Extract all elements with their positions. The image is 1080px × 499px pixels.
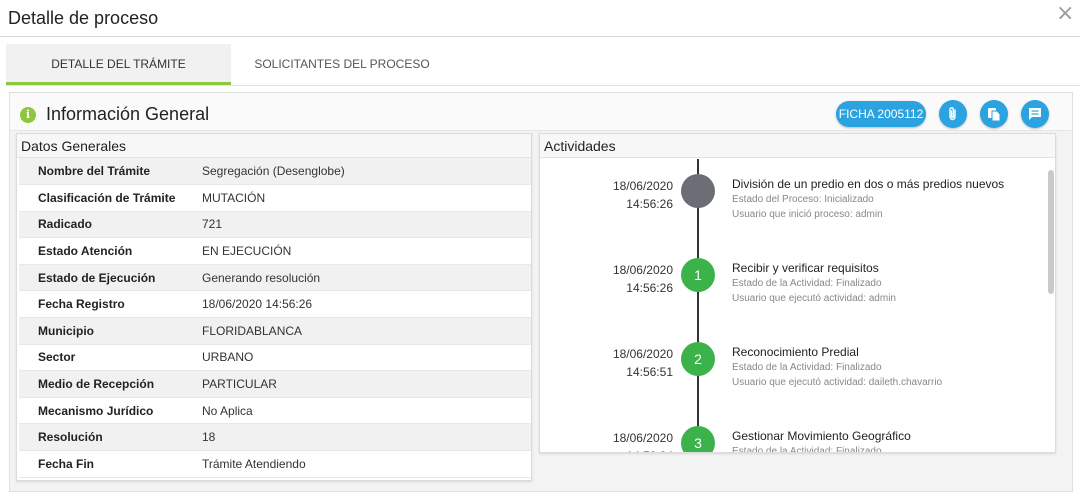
activity-status: Estado de la Actividad: Finalizado <box>732 278 882 289</box>
activity-date: 18/06/2020 <box>612 179 673 193</box>
field-value: MUTACIÓN <box>181 184 531 212</box>
copy-button[interactable] <box>980 100 1008 128</box>
modal-header: Detalle de proceso × <box>0 0 1080 37</box>
table-row: Radicado 721 <box>19 211 531 239</box>
activity-datetime: 18/06/2020 14:56:26 <box>613 177 673 213</box>
activity-datetime: 18/06/2020 14:58:34 <box>612 429 673 452</box>
table-row: Estado Atención EN EJECUCIÓN <box>19 237 531 265</box>
tab-detalle-del-tramite[interactable]: DETALLE DEL TRÁMITE <box>6 44 231 85</box>
field-label: Municipio <box>19 317 181 345</box>
ficha-button[interactable]: FICHA 2005112 <box>836 101 926 127</box>
field-label: Resolución <box>19 423 181 452</box>
activity-title: Reconocimiento Predial <box>732 345 859 359</box>
panel-header: i Información General FICHA 2005112 <box>10 93 1072 131</box>
close-icon[interactable]: × <box>1056 3 1074 25</box>
field-value: Generando resolución <box>181 264 531 292</box>
activity-status: Estado de la Actividad: Finalizado <box>732 362 882 373</box>
table-row: Fecha Registro 18/06/2020 14:56:26 <box>19 290 531 319</box>
informacion-general-panel: i Información General FICHA 2005112 Dato… <box>9 92 1073 492</box>
activity-item: 18/06/2020 14:56:51 2 Reconocimiento Predia… <box>540 328 1045 412</box>
table-row: Mecanismo Jurídico No Aplica <box>19 397 531 425</box>
table-row: Estado de Ejecución Generando resolución <box>19 264 531 292</box>
activity-title: Gestionar Movimiento Geográfico <box>732 429 911 443</box>
activity-timeline[interactable]: 18/06/2020 14:56:26 División de un predio … <box>540 159 1045 453</box>
attachment-button[interactable] <box>939 100 967 128</box>
field-value: 721 <box>181 211 531 239</box>
activity-user: Usuario que inició proceso: admin <box>732 209 883 220</box>
field-value: EN EJECUCIÓN <box>181 237 531 265</box>
field-label: Nombre del Trámite <box>19 158 181 186</box>
activity-marker: 2 <box>681 342 715 376</box>
field-value: 18/06/2020 14:56:26 <box>181 290 531 319</box>
field-value: PARTICULAR <box>181 370 531 398</box>
activity-datetime: 18/06/2020 14:56:51 <box>613 345 673 381</box>
activity-user: Usuario que ejecutó actividad: admin <box>732 293 896 304</box>
actividades-title: Actividades <box>540 134 1055 158</box>
datos-generales-title: Datos Generales <box>17 134 531 158</box>
field-value: FLORIDABLANCA <box>181 317 531 345</box>
table-row: Fecha Fin Trámite Atendiendo <box>19 450 531 478</box>
activity-time: 14:56:26 <box>626 281 673 295</box>
activity-marker <box>681 174 715 208</box>
field-value: Segregación (Desenglobe) <box>181 158 531 186</box>
activity-time: 14:58:34 <box>613 447 673 452</box>
table-row: Municipio FLORIDABLANCA <box>19 317 531 345</box>
activity-date: 18/06/2020 <box>612 431 673 445</box>
activity-item: 18/06/2020 14:58:34 3 Gestionar Movimiento … <box>540 412 1045 453</box>
field-label: Estado de Ejecución <box>19 264 181 292</box>
table-row: Medio de Recepción PARTICULAR <box>19 370 531 398</box>
activity-user: Usuario que ejecutó actividad: daileth.c… <box>732 377 943 388</box>
scrollbar[interactable] <box>1048 170 1054 294</box>
field-label: Sector <box>19 344 181 372</box>
table-row: Nombre del Trámite Segregación (Desenglob… <box>19 158 531 186</box>
activity-status: Estado del Proceso: Inicializado <box>732 194 874 205</box>
activity-title: División de un predio en dos o más predi… <box>732 177 1005 191</box>
info-icon: i <box>20 107 36 123</box>
copy-icon <box>988 108 1001 122</box>
tab-solicitantes-del-proceso[interactable]: SOLICITANTES DEL PROCESO <box>231 44 453 85</box>
activity-date: 18/06/2020 <box>612 263 673 277</box>
field-value: No Aplica <box>181 397 531 425</box>
activity-marker: 3 <box>681 426 715 452</box>
activity-time: 14:56:51 <box>626 365 673 379</box>
datos-generales-table: Nombre del Trámite Segregación (Desenglob… <box>19 158 531 478</box>
activity-item: 18/06/2020 14:56:26 1 Recibir y verificar r… <box>540 244 1045 328</box>
field-label: Estado Atención <box>19 237 181 265</box>
datos-generales-card: Datos Generales Nombre del Trámite Segreg… <box>16 133 532 481</box>
activity-status: Estado de la Actividad: Finalizado <box>732 446 882 453</box>
panel-title: Información General <box>46 104 210 124</box>
modal-title: Detalle de proceso <box>8 8 159 28</box>
tab-bar: DETALLE DEL TRÁMITE SOLICITANTES DEL PRO… <box>6 44 1080 86</box>
comment-icon <box>1029 108 1041 120</box>
activity-marker: 1 <box>681 258 715 292</box>
field-label: Radicado <box>19 211 181 239</box>
activity-title: Recibir y verificar requisitos <box>732 261 879 275</box>
activity-datetime: 18/06/2020 14:56:26 <box>613 261 673 297</box>
attachment-icon <box>949 107 956 121</box>
activity-item: 18/06/2020 14:56:26 División de un predio … <box>540 160 1045 244</box>
field-label: Mecanismo Jurídico <box>19 397 181 425</box>
field-label: Fecha Fin <box>19 450 181 478</box>
activity-date: 18/06/2020 <box>612 347 673 361</box>
field-label: Clasificación de Trámite <box>19 184 181 212</box>
actividades-card: Actividades 18/06/2020 14:56:26 División d… <box>539 133 1056 453</box>
field-value: 18 <box>181 423 531 452</box>
comment-button[interactable] <box>1021 100 1049 128</box>
table-row: Sector URBANO <box>19 344 531 372</box>
field-label: Fecha Registro <box>19 290 181 319</box>
field-value: Trámite Atendiendo <box>181 450 531 478</box>
table-row: Clasificación de Trámite MUTACIÓN <box>19 184 531 212</box>
field-label: Medio de Recepción <box>19 370 181 398</box>
field-value: URBANO <box>181 344 531 372</box>
table-row: Resolución 18 <box>19 423 531 452</box>
activity-time: 14:56:26 <box>626 197 673 211</box>
